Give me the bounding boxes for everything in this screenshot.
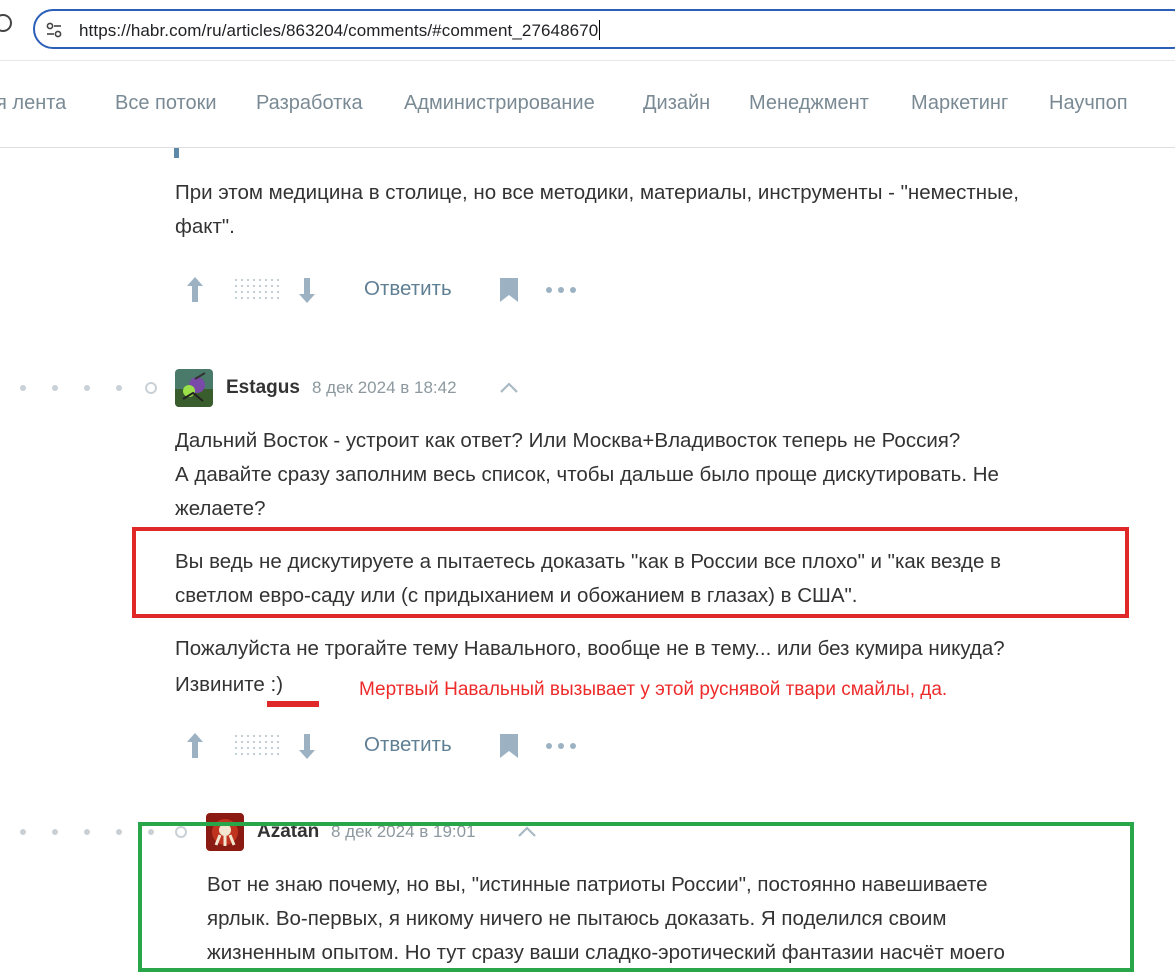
more-icon[interactable] [545,741,577,751]
comment-text-line: А давайте сразу заполним весь список, чт… [175,463,999,486]
thread-level-indicator [20,382,160,394]
nav-item-my-feed[interactable]: Моя лента [0,92,66,115]
nav-item-marketing[interactable]: Маркетинг [911,92,1008,115]
vote-down-icon[interactable] [294,729,320,763]
rating-placeholder [233,733,281,757]
comment-timestamp[interactable]: 8 дек 2024 в 18:42 [312,378,457,398]
comment-text-line: Пожалуйста не трогайте тему Навального, … [175,637,1005,660]
vote-up-icon[interactable] [182,729,208,763]
nav-item-development[interactable]: Разработка [256,92,363,115]
browser-toolbar: https://habr.com/ru/articles/863204/comm… [0,0,1175,60]
bookmark-icon[interactable] [499,277,519,303]
reply-link[interactable]: Ответить [364,733,452,757]
comment-text-line: Дальний Восток - устроит как ответ? Или … [175,429,961,452]
bookmark-icon[interactable] [499,733,519,759]
text-caret [599,20,601,40]
comment-text-line: При этом медицина в столице, но все мето… [175,181,1019,204]
nav-item-all-flows[interactable]: Все потоки [115,92,217,115]
red-underline-mark [267,701,319,707]
rating-placeholder [233,277,281,301]
vote-down-icon[interactable] [294,273,320,307]
chevron-up-icon[interactable] [499,382,519,394]
green-highlight-box [138,822,1134,972]
comment-text-line: факт". [175,215,235,238]
tune-icon[interactable] [45,21,63,39]
comment-text-line: желаете? [175,497,266,520]
url-text[interactable]: https://habr.com/ru/articles/863204/comm… [79,21,598,40]
comment-actions: Ответить [182,729,602,769]
comment-author[interactable]: Estagus [226,377,300,399]
red-highlight-box [132,527,1129,618]
annotation-note: Мертвый Навальный вызывает у этой русняв… [359,679,948,700]
vote-up-icon[interactable] [182,273,208,307]
avatar[interactable] [175,369,213,407]
nav-item-management[interactable]: Менеджмент [749,92,869,115]
reload-icon[interactable] [0,14,12,32]
blockquote-bar [174,148,179,158]
address-bar[interactable]: https://habr.com/ru/articles/863204/comm… [33,9,1175,49]
more-icon[interactable] [545,285,577,295]
nav-item-administration[interactable]: Администрирование [404,92,595,115]
habr-flows-nav: Моя лента Все потоки Разработка Админист… [0,60,1175,148]
comment-text-line: Извините :) [175,673,284,696]
nav-item-design[interactable]: Дизайн [643,92,710,115]
nav-item-popsci[interactable]: Научпоп [1049,92,1128,115]
reply-link[interactable]: Ответить [364,277,452,301]
comment-actions: Ответить [182,273,602,313]
